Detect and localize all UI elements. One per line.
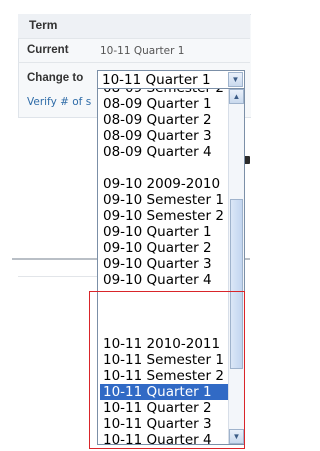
dropdown-option[interactable]: 09-10 Quarter 4 <box>103 272 228 288</box>
dropdown-option[interactable]: 08-09 Quarter 3 <box>103 128 228 144</box>
dropdown-option[interactable]: 09-10 Quarter 1 <box>103 224 228 240</box>
dropdown-option-blank[interactable] <box>103 160 228 176</box>
background-divider <box>18 276 97 277</box>
dropdown-option[interactable]: 09-10 2009-2010 <box>103 176 228 192</box>
dropdown-option[interactable]: 08-09 Semester 2 <box>103 89 228 96</box>
term-header: Term <box>29 18 58 32</box>
dropdown-option[interactable]: 08-09 Quarter 2 <box>103 112 228 128</box>
background-divider <box>12 258 97 260</box>
chevron-down-icon[interactable]: ▼ <box>228 72 243 87</box>
change-to-label: Change to <box>27 72 84 84</box>
divider <box>18 38 250 39</box>
dropdown-option[interactable]: 09-10 Semester 1 <box>103 192 228 208</box>
dropdown-option[interactable]: 08-09 Quarter 1 <box>103 96 228 112</box>
highlight-box <box>89 291 245 449</box>
chevron-up-icon[interactable]: ▲ <box>229 89 244 104</box>
divider <box>18 62 250 63</box>
dropdown-option[interactable]: 09-10 Quarter 2 <box>103 240 228 256</box>
current-label: Current <box>27 44 69 56</box>
dropdown-option[interactable]: 09-10 Semester 2 <box>103 208 228 224</box>
term-select[interactable]: 10-11 Quarter 1 ▼ <box>97 70 245 89</box>
term-select-value: 10-11 Quarter 1 <box>102 72 211 88</box>
dropdown-option[interactable]: 08-09 Quarter 4 <box>103 144 228 160</box>
dropdown-option[interactable]: 09-10 Quarter 3 <box>103 256 228 272</box>
current-value: 10-11 Quarter 1 <box>100 45 185 57</box>
verify-link[interactable]: Verify # of s <box>27 96 91 108</box>
